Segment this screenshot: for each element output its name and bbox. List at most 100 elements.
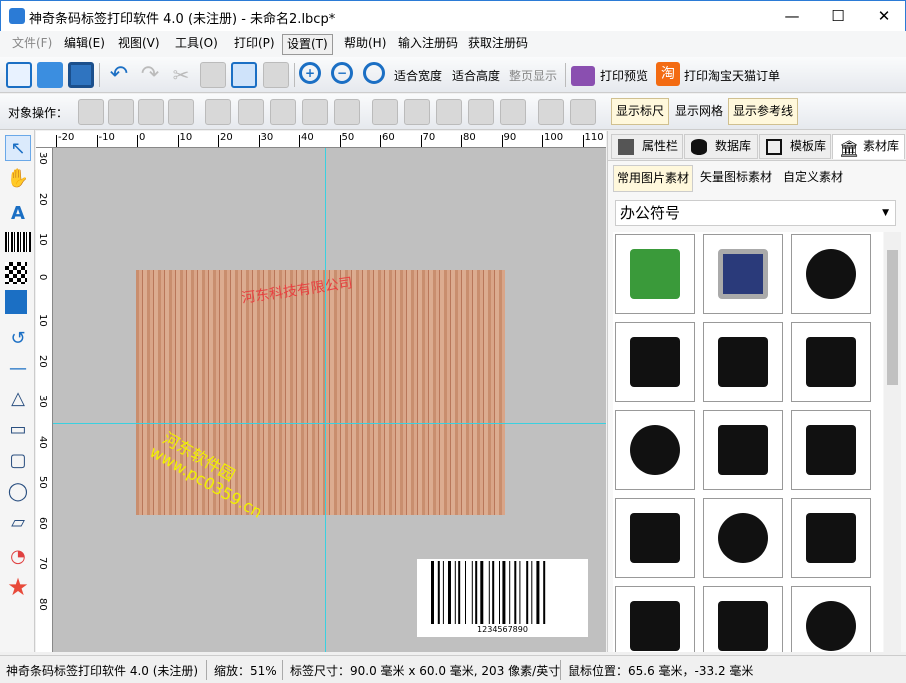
close-button[interactable]: ✕	[861, 1, 906, 31]
show-ruler-toggle[interactable]: 显示标尺	[611, 98, 670, 125]
subtab-custom[interactable]: 自定义素材	[780, 165, 846, 192]
align-icon[interactable]	[168, 99, 194, 125]
save-icon[interactable]	[68, 62, 94, 88]
rounded-rect-tool-icon[interactable]: ▢	[5, 448, 31, 474]
ruler-tick-label: 70	[422, 132, 436, 143]
ungroup-icon[interactable]	[570, 99, 596, 125]
material-tile[interactable]	[791, 586, 871, 652]
ruler-tick-label: 80	[37, 597, 48, 611]
align-top-icon[interactable]	[270, 99, 296, 125]
align-icon[interactable]	[108, 99, 134, 125]
menu-file[interactable]: 文件(F)	[8, 34, 56, 55]
ellipse-tool-icon[interactable]: ◯	[5, 479, 31, 505]
redo-icon[interactable]: ↷	[137, 62, 163, 88]
tab-properties[interactable]: 属性栏	[611, 134, 683, 159]
subtab-vector-icons[interactable]: 矢量图标素材	[697, 165, 775, 192]
menu-view[interactable]: 视图(V)	[114, 34, 164, 55]
open-icon[interactable]	[37, 62, 63, 88]
scrollbar[interactable]	[884, 232, 901, 652]
align-right-icon[interactable]	[334, 99, 360, 125]
barcode-object[interactable]: 1234567890	[417, 559, 588, 637]
material-tile[interactable]	[615, 410, 695, 490]
label-design-area[interactable]: 河东科技有限公司 河东软件园 www.pc0359.cn 1234567890	[136, 270, 588, 637]
tab-database[interactable]: 数据库	[684, 134, 758, 159]
full-page-button[interactable]: 整页显示	[509, 67, 557, 84]
material-tile[interactable]	[615, 234, 695, 314]
design-canvas[interactable]: 河东科技有限公司 河东软件园 www.pc0359.cn 1234567890	[53, 148, 606, 652]
fit-width-button[interactable]: 适合宽度	[394, 67, 442, 84]
material-tile[interactable]	[703, 586, 783, 652]
menu-help[interactable]: 帮助(H)	[340, 34, 390, 55]
material-tile[interactable]	[703, 234, 783, 314]
gauge-tool-icon[interactable]: ◔	[5, 544, 31, 570]
text-tool-icon[interactable]: A	[5, 201, 31, 227]
line-tool-icon[interactable]: —	[5, 356, 31, 382]
parallelogram-tool-icon[interactable]: ▱	[5, 510, 31, 536]
print-preview-button[interactable]: 打印预览	[600, 67, 648, 84]
minimize-button[interactable]: —	[769, 1, 815, 31]
delete-icon[interactable]	[263, 62, 289, 88]
vertical-guide-line[interactable]	[325, 148, 326, 652]
align-middle-icon[interactable]	[302, 99, 328, 125]
align-icon[interactable]	[500, 99, 526, 125]
material-tile[interactable]	[615, 322, 695, 402]
curve-tool-icon[interactable]: ↺	[5, 326, 31, 352]
align-left-icon[interactable]	[205, 99, 231, 125]
menu-get-code[interactable]: 获取注册码	[464, 34, 532, 55]
category-dropdown[interactable]: 办公符号 ▼	[615, 200, 896, 226]
align-icon[interactable]	[404, 99, 430, 125]
main-toolbar: ↶ ↷ ✂ + − 适合宽度 适合高度 整页显示 打印预览 淘 打印淘宝天猫订单	[0, 57, 906, 93]
star-tool-icon[interactable]: ★	[5, 574, 31, 600]
material-tile[interactable]	[791, 322, 871, 402]
group-icon[interactable]	[538, 99, 564, 125]
material-tile[interactable]	[791, 234, 871, 314]
material-tile[interactable]	[615, 498, 695, 578]
select-tool-icon[interactable]: ↖	[5, 135, 31, 161]
zoom-out-icon[interactable]: −	[331, 62, 353, 84]
zoom-fit-icon[interactable]	[363, 62, 385, 84]
menu-edit[interactable]: 编辑(E)	[60, 34, 109, 55]
show-grid-toggle[interactable]: 显示网格	[670, 98, 728, 125]
menu-enter-code[interactable]: 输入注册码	[394, 34, 462, 55]
fit-height-button[interactable]: 适合高度	[452, 67, 500, 84]
maximize-button[interactable]: ☐	[815, 1, 861, 31]
print-taobao-button[interactable]: 打印淘宝天猫订单	[684, 67, 780, 84]
align-icon[interactable]	[468, 99, 494, 125]
material-tile[interactable]	[791, 498, 871, 578]
ruler-tick	[420, 135, 422, 147]
red-arc-text[interactable]: 河东科技有限公司	[240, 272, 354, 307]
align-icon[interactable]	[372, 99, 398, 125]
horizontal-guide-line[interactable]	[53, 423, 606, 424]
paste-icon[interactable]	[231, 62, 257, 88]
material-tile[interactable]	[615, 586, 695, 652]
align-icon[interactable]	[436, 99, 462, 125]
align-center-icon[interactable]	[238, 99, 264, 125]
align-icon[interactable]	[138, 99, 164, 125]
printer-icon[interactable]	[571, 66, 595, 86]
material-tile[interactable]	[791, 410, 871, 490]
material-tile[interactable]	[703, 498, 783, 578]
rectangle-tool-icon[interactable]: ▭	[5, 417, 31, 443]
barcode-tool-icon[interactable]	[5, 232, 31, 252]
material-tile[interactable]	[703, 410, 783, 490]
scrollbar-thumb[interactable]	[887, 250, 898, 385]
qrcode-tool-icon[interactable]	[5, 262, 27, 284]
cut-icon[interactable]: ✂	[168, 62, 194, 88]
undo-icon[interactable]: ↶	[106, 62, 132, 88]
new-icon[interactable]	[6, 62, 32, 88]
menu-settings[interactable]: 设置(T)	[282, 34, 333, 55]
align-icon[interactable]	[78, 99, 104, 125]
image-tool-icon[interactable]	[5, 290, 27, 314]
tab-materials[interactable]: 🏛 素材库	[832, 134, 905, 159]
material-tile[interactable]	[703, 322, 783, 402]
hand-tool-icon[interactable]: ✋	[5, 166, 31, 192]
copy-icon[interactable]	[200, 62, 226, 88]
menu-tools[interactable]: 工具(O)	[171, 34, 222, 55]
show-guides-toggle[interactable]: 显示参考线	[728, 98, 799, 125]
zoom-in-icon[interactable]: +	[299, 62, 321, 84]
triangle-tool-icon[interactable]: △	[5, 386, 31, 412]
tab-templates[interactable]: 模板库	[759, 134, 831, 159]
subtab-images[interactable]: 常用图片素材	[613, 165, 694, 192]
menu-print[interactable]: 打印(P)	[230, 34, 279, 55]
ruler-tick-label: 70	[37, 557, 48, 570]
